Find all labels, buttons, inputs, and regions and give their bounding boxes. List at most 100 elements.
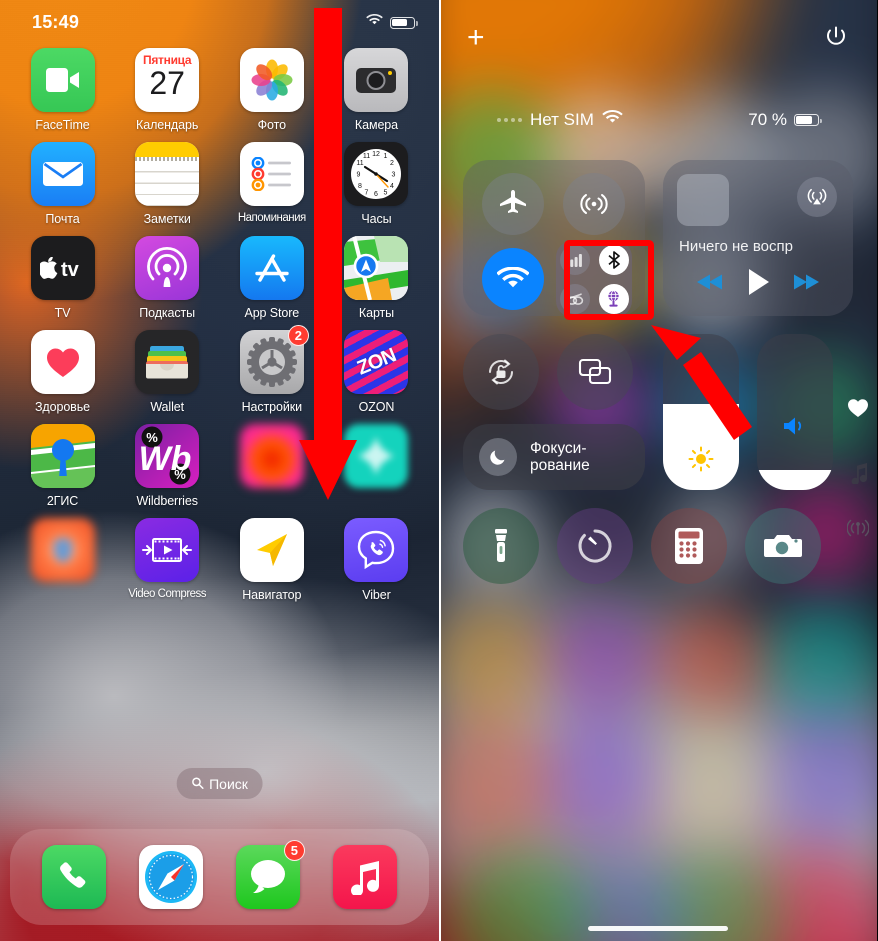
app-camera[interactable]: Камера <box>330 48 423 132</box>
connectivity-module <box>463 160 645 317</box>
app-clock[interactable]: 12 3 69 12 45 78 11 11 Часы <box>330 142 423 226</box>
phone-icon <box>42 845 107 909</box>
volume-slider[interactable] <box>757 334 833 490</box>
wifi-button[interactable] <box>482 248 544 310</box>
svg-text:5: 5 <box>384 190 388 197</box>
timer-button[interactable] <box>557 508 633 584</box>
app-ozon[interactable]: ZON OZON <box>330 330 423 414</box>
app-health[interactable]: Здоровье <box>16 330 109 414</box>
svg-text:7: 7 <box>365 190 369 197</box>
app-blurred[interactable] <box>330 424 423 508</box>
dock-app-phone[interactable] <box>42 845 107 909</box>
app-maps[interactable]: Карты <box>330 236 423 320</box>
rotation-lock-button[interactable] <box>463 334 539 410</box>
edge-icon-music-note[interactable] <box>849 462 869 484</box>
app-grid: FaceTime Пятница 27 Календарь Фото Камер… <box>0 48 439 612</box>
app-calendar[interactable]: Пятница 27 Календарь <box>121 48 214 132</box>
wallet-icon <box>135 330 200 394</box>
search-label: Поиск <box>209 775 248 792</box>
svg-text:8: 8 <box>359 183 363 190</box>
camera-button[interactable] <box>745 508 821 584</box>
media-playback-module[interactable]: Ничего не воспр <box>663 160 853 316</box>
app-row: Здоровье Wallet 2 Настройки ZON OZON <box>16 325 423 414</box>
navigator-icon <box>239 518 304 582</box>
app-label: Заметки <box>143 212 191 226</box>
dock-app-music[interactable] <box>332 845 397 909</box>
app-navigator[interactable]: Навигатор <box>225 518 318 602</box>
app-row: tv TV Подкасты App Store Карты <box>16 236 423 320</box>
search-icon <box>191 776 204 792</box>
status-bar-time: 15:49 <box>32 12 80 32</box>
app-settings[interactable]: 2 Настройки <box>225 325 318 414</box>
app-notes[interactable]: Заметки <box>121 142 214 226</box>
app-wildberries[interactable]: % % Wb Wildberries <box>121 424 214 508</box>
search-button[interactable]: Поиск <box>176 768 263 799</box>
app-podcasts[interactable]: Подкасты <box>121 236 214 320</box>
power-icon[interactable] <box>823 24 849 55</box>
app-reminders[interactable]: Напоминания <box>225 142 318 226</box>
app-photos[interactable]: Фото <box>225 48 318 132</box>
app-row: 2ГИС % % Wb Wildberries <box>16 424 423 508</box>
dock-app-safari[interactable] <box>139 845 204 909</box>
airplay-icon[interactable] <box>797 177 837 217</box>
home-screen-panel: 15:49 FaceTime Пятница 27 Календарь Фото… <box>0 0 439 941</box>
app-2gis[interactable]: 2ГИС <box>16 424 109 508</box>
plus-icon[interactable]: + <box>467 23 485 53</box>
bluetooth-button[interactable] <box>598 244 629 275</box>
play-icon[interactable] <box>745 267 771 302</box>
control-center-modules: Ничего не воспр Фокуси- рование <box>463 160 853 584</box>
secondary-connectivity-quad <box>556 241 632 317</box>
focus-mode-button[interactable]: Фокуси- рование <box>463 424 645 490</box>
app-viber[interactable]: Viber <box>330 518 423 602</box>
2gis-icon <box>30 424 95 488</box>
app-label: Video Compress <box>128 588 207 600</box>
svg-text:6: 6 <box>375 191 379 198</box>
calculator-button[interactable] <box>651 508 727 584</box>
app-badge: 5 <box>283 840 305 861</box>
app-label: Навигатор <box>242 588 302 602</box>
fast-forward-icon[interactable] <box>791 272 821 297</box>
app-appstore[interactable]: App Store <box>225 236 318 320</box>
personal-hotspot-button[interactable] <box>559 283 590 314</box>
vpn-button[interactable] <box>598 283 629 314</box>
app-mail[interactable]: Почта <box>16 142 109 226</box>
svg-text:9: 9 <box>357 172 361 179</box>
app-label: Viber <box>362 588 391 602</box>
app-label <box>54 588 71 602</box>
dock-app-messages[interactable]: 5 <box>235 840 305 909</box>
app-appletv[interactable]: tv TV <box>16 236 109 320</box>
app-row: Video Compress Навигатор Viber <box>16 518 423 602</box>
airdrop-button[interactable] <box>563 173 625 235</box>
cellular-data-button[interactable] <box>559 244 590 275</box>
edge-icon-hearing[interactable] <box>847 518 869 538</box>
maps-icon <box>344 236 409 300</box>
airplane-mode-button[interactable] <box>482 173 544 235</box>
signal-dots-icon <box>497 118 522 122</box>
app-video-compress[interactable]: Video Compress <box>121 518 214 602</box>
carrier-status: Нет SIM <box>497 109 623 131</box>
rewind-icon[interactable] <box>695 272 725 297</box>
edge-icon-heart[interactable] <box>847 398 869 418</box>
podcasts-icon <box>135 236 200 300</box>
flashlight-button[interactable] <box>463 508 539 584</box>
status-bar: 15:49 <box>0 0 439 42</box>
app-label <box>368 494 385 508</box>
appletv-icon: tv <box>30 236 95 300</box>
panel-divider <box>439 0 441 941</box>
screen-mirroring-button[interactable] <box>557 334 633 410</box>
app-blurred[interactable] <box>225 424 318 508</box>
brightness-slider[interactable] <box>663 334 739 490</box>
app-wallet[interactable]: Wallet <box>121 330 214 414</box>
screenshot-root: 15:49 FaceTime Пятница 27 Календарь Фото… <box>0 0 878 941</box>
wifi-icon <box>602 109 623 131</box>
svg-text:tv: tv <box>61 259 80 279</box>
wifi-icon <box>366 13 383 32</box>
app-label: App Store <box>244 306 300 320</box>
video-compress-icon <box>135 518 200 582</box>
app-blurred[interactable] <box>16 518 109 602</box>
app-facetime[interactable]: FaceTime <box>16 48 109 132</box>
home-indicator[interactable] <box>588 926 728 931</box>
mail-icon <box>30 142 95 206</box>
app-label: Wallet <box>150 400 184 414</box>
app-badge: 2 <box>287 325 309 346</box>
